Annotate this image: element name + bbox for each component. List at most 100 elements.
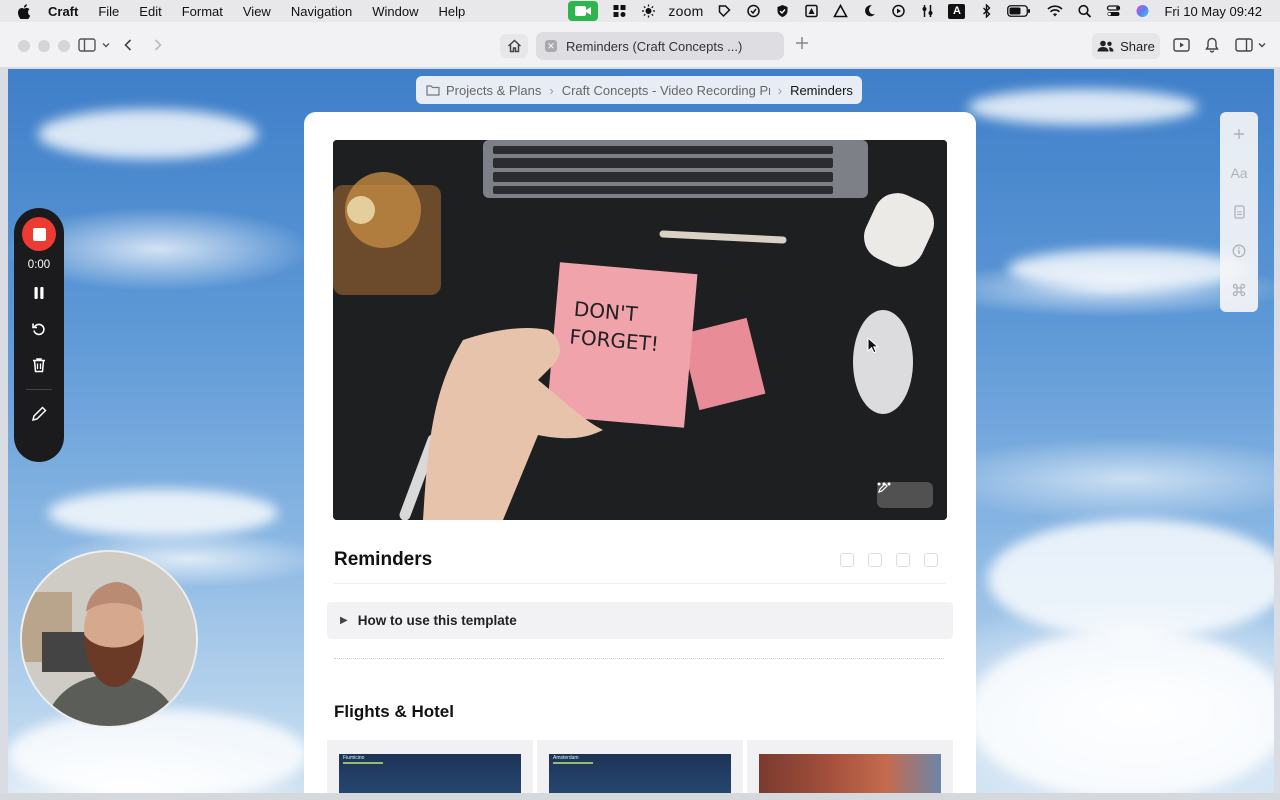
grid-app-icon[interactable] — [611, 4, 627, 18]
window-titlebar: ✕ Reminders (Craft Concepts ...) Share — [0, 22, 1280, 68]
right-panel-toggle-button[interactable] — [1234, 35, 1268, 55]
share-button[interactable]: Share — [1092, 33, 1160, 59]
document-icon[interactable] — [924, 553, 938, 567]
spotlight-search-icon[interactable] — [1076, 4, 1092, 18]
drive-icon[interactable] — [803, 4, 819, 18]
home-icon — [507, 39, 521, 53]
pause-icon — [34, 287, 44, 299]
siri-icon[interactable] — [1134, 4, 1150, 18]
apple-icon[interactable] — [17, 3, 31, 19]
menu-help[interactable]: Help — [439, 4, 466, 19]
menu-format[interactable]: Format — [182, 4, 223, 19]
forward-button[interactable] — [150, 35, 166, 55]
new-tab-button[interactable] — [795, 34, 809, 55]
present-icon — [1172, 38, 1190, 52]
tuning-icon[interactable] — [919, 4, 935, 18]
triangle-right-icon[interactable]: ▶ — [340, 615, 348, 626]
delete-recording-button[interactable] — [29, 355, 49, 375]
info-icon — [1232, 244, 1246, 257]
title-actions — [840, 553, 938, 567]
menu-view[interactable]: View — [243, 4, 271, 19]
keyboard-layout-icon[interactable]: A — [948, 3, 966, 19]
trash-icon — [33, 358, 45, 373]
recording-timer: 0:00 — [27, 259, 51, 271]
control-center-icon[interactable] — [1105, 4, 1121, 18]
sidebar-toggle-button[interactable] — [78, 35, 111, 55]
document-page: DON'T FORGET! Reminders ▶ How to use thi… — [304, 112, 976, 800]
breadcrumb-item-craft-concepts[interactable]: Craft Concepts - Video Recording Pr — [562, 83, 770, 98]
hero-image[interactable]: DON'T FORGET! — [333, 140, 947, 520]
breadcrumb-item-reminders[interactable]: Reminders — [790, 83, 853, 98]
card-hotel[interactable] — [747, 740, 953, 800]
notifications-button[interactable] — [1204, 35, 1220, 55]
webcam-bubble[interactable] — [20, 550, 198, 728]
menu-bar: Craft File Edit Format View Navigation W… — [0, 0, 1280, 22]
comment-icon[interactable] — [868, 553, 882, 567]
minimize-window-button[interactable] — [38, 40, 50, 52]
text-style-button[interactable]: Aa — [1230, 163, 1247, 182]
menu-file[interactable]: File — [98, 4, 119, 19]
menu-navigation[interactable]: Navigation — [291, 4, 352, 19]
window-controls — [18, 40, 70, 52]
card-flight-2[interactable]: Amsterdam — [537, 740, 743, 800]
pause-recording-button[interactable] — [29, 283, 49, 303]
restart-recording-button[interactable] — [29, 319, 49, 339]
recorder-divider — [26, 389, 52, 390]
toggle-label: How to use this template — [357, 613, 517, 628]
map-label: Fiumicino — [343, 755, 365, 761]
tab-close-icon[interactable]: ✕ — [545, 40, 557, 52]
stop-recording-button[interactable] — [22, 217, 56, 251]
brightness-icon[interactable] — [640, 4, 656, 18]
page-icon — [1233, 204, 1245, 219]
stop-icon — [32, 227, 46, 241]
presenter-video — [22, 552, 196, 726]
triangle-app-icon[interactable] — [832, 4, 848, 18]
toggle-block[interactable]: ▶ How to use this template — [327, 602, 953, 639]
dotted-divider — [334, 658, 944, 659]
share-label: Share — [1120, 38, 1155, 54]
restart-icon — [32, 323, 45, 336]
breadcrumb: Projects & Plans › Craft Concepts - Vide… — [416, 76, 862, 104]
bell-icon — [1205, 37, 1219, 53]
battery-icon[interactable] — [1007, 4, 1031, 18]
menu-app-name[interactable]: Craft — [48, 4, 78, 19]
shield-check-icon[interactable] — [774, 4, 790, 18]
tab-title: Reminders (Craft Concepts ...) — [566, 38, 743, 54]
present-button[interactable] — [1172, 35, 1190, 55]
command-icon — [1232, 283, 1246, 296]
folder-icon — [426, 85, 440, 96]
wifi-icon[interactable] — [1047, 4, 1064, 18]
sidebar-icon — [78, 38, 96, 52]
add-block-button[interactable] — [1233, 124, 1245, 143]
info-button[interactable] — [1232, 241, 1246, 260]
menu-edit[interactable]: Edit — [139, 4, 161, 19]
command-button[interactable] — [1232, 280, 1246, 299]
zoom-status[interactable]: zoom — [668, 3, 703, 19]
bluetooth-icon[interactable] — [978, 4, 994, 18]
breadcrumb-item-projects[interactable]: Projects & Plans — [446, 83, 541, 98]
right-sidebar-icon — [1235, 38, 1253, 52]
globe-check-icon[interactable] — [745, 4, 761, 18]
tab-reminders[interactable]: ✕ Reminders (Craft Concepts ...) — [536, 32, 784, 60]
annotate-button[interactable] — [29, 404, 49, 424]
home-button[interactable] — [500, 34, 528, 58]
menu-window[interactable]: Window — [372, 4, 418, 19]
page-title[interactable]: Reminders — [334, 549, 432, 571]
tag-icon[interactable] — [716, 4, 732, 18]
page-style-button[interactable] — [1233, 202, 1245, 221]
target-icon[interactable] — [896, 553, 910, 567]
zoom-window-button[interactable] — [58, 40, 70, 52]
close-window-button[interactable] — [18, 40, 30, 52]
play-circle-icon[interactable] — [890, 4, 906, 18]
facetime-icon[interactable] — [568, 1, 599, 21]
card-flight-1[interactable]: Fiumicino — [327, 740, 533, 800]
moon-icon[interactable] — [861, 4, 877, 18]
menu-bar-clock[interactable]: Fri 10 May 09:42 — [1164, 4, 1262, 19]
right-toolbar: Aa — [1220, 112, 1258, 312]
screen-recorder-widget: 0:00 — [14, 208, 64, 462]
status-area: zoom A Fri 10 May 09:42 — [568, 0, 1280, 22]
hero-illustration: DON'T FORGET! — [333, 140, 947, 520]
section-title-flights[interactable]: Flights & Hotel — [334, 702, 454, 722]
back-button[interactable] — [120, 35, 136, 55]
link-icon[interactable] — [840, 553, 854, 567]
